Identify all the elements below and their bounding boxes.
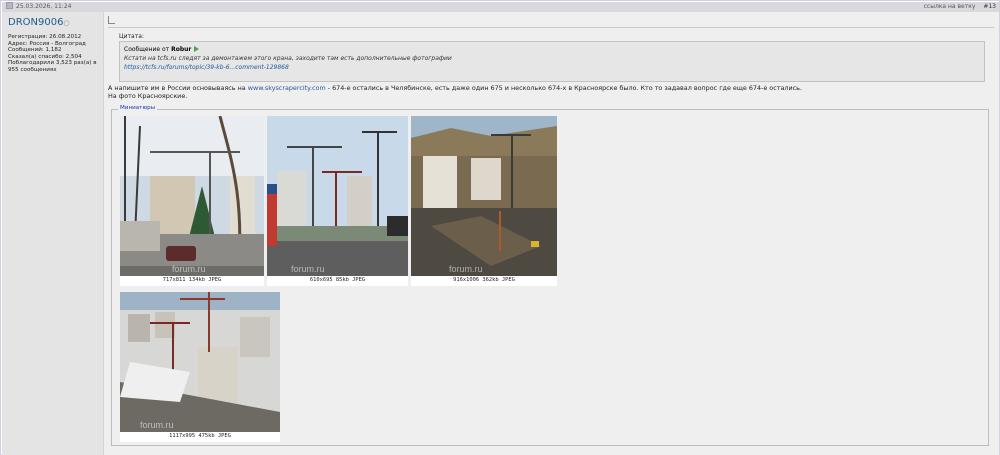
quote-link[interactable]: https://tcfs.ru/forums/topic/39-kb-6...c…	[124, 64, 289, 71]
attachment-image[interactable]: forum.ru	[120, 292, 280, 432]
watermark: forum.ru	[449, 264, 483, 274]
user-sidebar: DRON9006○ Регистрация: 26.08.2012 Адрес:…	[2, 12, 104, 455]
attachment-thumbnail[interactable]: forum.ru 1117x995 475kb JPEG	[120, 292, 280, 442]
attachment-thumbnail[interactable]: forum.ru 916x1006 362kb JPEG	[411, 116, 557, 286]
attachment-image[interactable]: forum.ru	[120, 116, 264, 276]
attachment-thumbnail[interactable]: forum.ru 717x811 134kb JPEG	[120, 116, 264, 286]
message-before-link: А напишите им в России основываясь на	[108, 84, 246, 92]
quote-author: Robur	[171, 46, 192, 53]
watermark: forum.ru	[291, 264, 325, 274]
quote-text: Кстати на tcfs.ru следят за демонтажем э…	[124, 55, 452, 62]
post-container: 25.03.2026, 11:24 ссылка на ветку #13 DR…	[0, 0, 1000, 455]
post-number[interactable]: #13	[983, 3, 996, 10]
attachments-legend: Миниатюры	[118, 105, 158, 111]
watermark: forum.ru	[172, 264, 206, 274]
message-line-1: А напишите им в России основываясь на ww…	[108, 84, 802, 92]
quote-prefix: Сообщение от	[124, 46, 170, 53]
post-header-right: ссылка на ветку #13	[924, 2, 996, 12]
attachment-caption: 916x1006 362kb JPEG	[453, 277, 515, 283]
offline-status-icon: ○	[63, 19, 70, 27]
post-header: 25.03.2026, 11:24 ссылка на ветку #13	[2, 2, 999, 12]
post-date: 25.03.2026, 11:24	[6, 2, 71, 12]
username-row: DRON9006○	[8, 17, 70, 28]
attachment-image[interactable]: forum.ru	[411, 116, 557, 276]
attachment-caption: 1117x995 475kb JPEG	[169, 433, 231, 439]
watermark: forum.ru	[140, 420, 174, 430]
message-line-2: На фото Красноярские.	[108, 92, 188, 100]
attachment-caption: 717x811 134kb JPEG	[162, 277, 222, 283]
quote-author-line: Сообщение от Robur	[124, 46, 200, 53]
message-link[interactable]: www.skyscrapercity.com	[248, 84, 326, 92]
message-text: А напишите им в России основываясь на ww…	[108, 84, 802, 100]
post-divider	[108, 27, 994, 28]
post-body: Цитата: Сообщение от Robur Кстати на tcf…	[104, 12, 999, 455]
user-thanks-received: Поблагодарили 3,523 раз(а) в 955 сообщен…	[8, 60, 97, 73]
user-info: Регистрация: 26.08.2012 Адрес: Россия - …	[8, 34, 102, 73]
attachment-image[interactable]: forum.ru	[267, 116, 408, 276]
post-icon	[108, 16, 115, 24]
quote-label: Цитата:	[119, 33, 144, 40]
message-after-link: - 674-е остались в Челябинске, есть даже…	[327, 84, 802, 92]
username-link[interactable]: DRON9006	[8, 17, 63, 28]
quote-box: Сообщение от Robur Кстати на tcfs.ru сле…	[119, 41, 985, 82]
attachment-thumbnail[interactable]: forum.ru 610x695 85kb JPEG	[267, 116, 408, 286]
attachments-fieldset: Миниатюры forum.ru 717x811 134kb JPEG fo…	[111, 105, 989, 446]
thread-link[interactable]: ссылка на ветку	[924, 3, 976, 10]
view-post-arrow-icon[interactable]	[194, 46, 200, 52]
attachment-caption: 610x695 85kb JPEG	[309, 277, 366, 283]
